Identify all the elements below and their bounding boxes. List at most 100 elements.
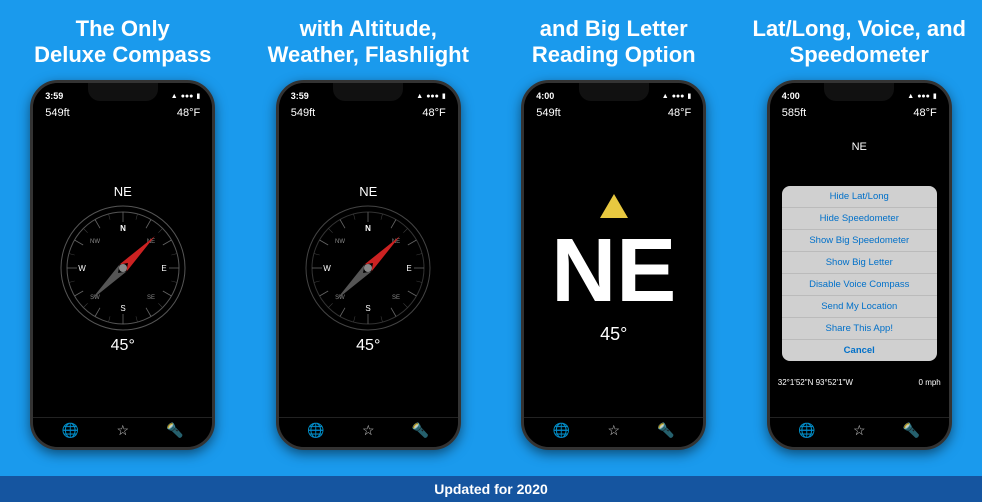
altitude-bar-4: 585ft 48°F — [770, 105, 949, 121]
menu-item-show-big-letter[interactable]: Show Big Letter — [782, 252, 937, 274]
panel-4-title: Lat/Long, Voice, andSpeedometer — [743, 0, 977, 80]
degrees-2: 45° — [356, 337, 380, 355]
svg-text:NW: NW — [335, 239, 345, 245]
phone-1: 3:59 ▲ ●●● ▮ 549ft 48°F NE — [30, 80, 215, 450]
globe-icon-4: 🌐 — [798, 422, 815, 439]
time-2: 3:59 — [291, 91, 309, 101]
speed: 0 mph — [919, 378, 941, 387]
menu-area: NE Hide Lat/Long Hide Speedometer Show B… — [770, 121, 949, 417]
phone-screen-3: 4:00 ▲ ●●● ▮ 549ft 48°F NE 45° — [524, 83, 703, 447]
compass-direction-2: NE — [359, 184, 377, 199]
altitude-bar-3: 549ft 48°F — [524, 105, 703, 121]
bottom-bar-2: 🌐 ☆ 🔦 — [279, 417, 458, 447]
globe-icon-3: 🌐 — [553, 422, 570, 439]
panel-1: The OnlyDeluxe Compass 3:59 ▲ ●●● ▮ 549f… — [0, 0, 246, 476]
wifi-icon-4: ▲ — [907, 93, 914, 100]
altitude-2: 549ft — [291, 107, 315, 119]
panel-2-title: with Altitude,Weather, Flashlight — [258, 0, 479, 80]
signal-icon-3: ●●● — [672, 93, 685, 100]
battery-icon-2: ▮ — [442, 92, 446, 100]
altitude-4: 585ft — [782, 107, 806, 119]
footer-text: Updated for 2020 — [434, 481, 548, 497]
star-icon-1: ☆ — [116, 422, 129, 439]
svg-text:E: E — [407, 264, 412, 273]
panel-3: and Big LetterReading Option 4:00 ▲ ●●● … — [491, 0, 737, 476]
menu-item-show-big-speed[interactable]: Show Big Speedometer — [782, 230, 937, 252]
compass-svg-1: N S E W NE NW SE SW — [58, 203, 188, 333]
big-letter-area: NE 45° — [524, 121, 703, 417]
signal-icon-4: ●●● — [917, 93, 930, 100]
svg-text:N: N — [365, 224, 371, 233]
svg-text:N: N — [120, 224, 126, 233]
flash-icon-2: 🔦 — [412, 422, 429, 439]
svg-text:S: S — [120, 304, 125, 313]
main-content: The OnlyDeluxe Compass 3:59 ▲ ●●● ▮ 549f… — [0, 0, 982, 476]
phone-screen-4: 4:00 ▲ ●●● ▮ 585ft 48°F NE Hide Lat/Long — [770, 83, 949, 447]
compass-area-2: NE — [279, 121, 458, 417]
panel-3-title: and Big LetterReading Option — [522, 0, 706, 80]
phone-notch-3 — [579, 83, 649, 101]
menu-item-cancel[interactable]: Cancel — [782, 340, 937, 361]
wifi-icon-1: ▲ — [171, 93, 178, 100]
temp-4: 48°F — [913, 107, 936, 119]
bottom-bar-1: 🌐 ☆ 🔦 — [33, 417, 212, 447]
menu-item-hide-lat[interactable]: Hide Lat/Long — [782, 186, 937, 208]
phone-screen-1: 3:59 ▲ ●●● ▮ 549ft 48°F NE — [33, 83, 212, 447]
menu-item-share-app[interactable]: Share This App! — [782, 318, 937, 340]
flash-icon-3: 🔦 — [657, 422, 674, 439]
status-icons-2: ▲ ●●● ▮ — [416, 92, 445, 100]
menu-compass-direction: NE — [852, 141, 867, 153]
status-icons-4: ▲ ●●● ▮ — [907, 92, 936, 100]
compass-svg-2: N S E W NE NW SE SW — [303, 203, 433, 333]
time-4: 4:00 — [782, 91, 800, 101]
degrees-1: 45° — [111, 337, 135, 355]
phone-notch-1 — [88, 83, 158, 101]
altitude-bar-2: 549ft 48°F — [279, 105, 458, 121]
bottom-bar-3: 🌐 ☆ 🔦 — [524, 417, 703, 447]
coordinates: 32°1'52"N 93°52'1"W — [778, 378, 853, 387]
star-icon-3: ☆ — [607, 422, 620, 439]
wifi-icon-2: ▲ — [416, 93, 423, 100]
temp-1: 48°F — [177, 107, 200, 119]
dropdown-menu: Hide Lat/Long Hide Speedometer Show Big … — [782, 186, 937, 361]
flash-icon-1: 🔦 — [166, 422, 183, 439]
phone-notch-4 — [824, 83, 894, 101]
svg-text:NW: NW — [90, 239, 100, 245]
globe-icon-1: 🌐 — [62, 422, 79, 439]
bottom-bar-4: 🌐 ☆ 🔦 — [770, 417, 949, 447]
battery-icon-4: ▮ — [933, 92, 937, 100]
star-icon-4: ☆ — [853, 422, 866, 439]
phone-4: 4:00 ▲ ●●● ▮ 585ft 48°F NE Hide Lat/Long — [767, 80, 952, 450]
menu-item-disable-voice[interactable]: Disable Voice Compass — [782, 274, 937, 296]
panel-1-title: The OnlyDeluxe Compass — [24, 0, 221, 80]
signal-icon-2: ●●● — [426, 93, 439, 100]
svg-text:S: S — [366, 304, 371, 313]
star-icon-2: ☆ — [362, 422, 375, 439]
altitude-bar-1: 549ft 48°F — [33, 105, 212, 121]
wifi-icon-3: ▲ — [662, 93, 669, 100]
flash-icon-4: 🔦 — [903, 422, 920, 439]
svg-text:SE: SE — [147, 295, 155, 301]
globe-icon-2: 🌐 — [307, 422, 324, 439]
menu-item-send-location[interactable]: Send My Location — [782, 296, 937, 318]
big-degrees: 45° — [600, 324, 627, 345]
compass-area-1: NE — [33, 121, 212, 417]
time-3: 4:00 — [536, 91, 554, 101]
phone-notch-2 — [333, 83, 403, 101]
altitude-3: 549ft — [536, 107, 560, 119]
arrow-up-icon — [600, 194, 628, 218]
svg-text:E: E — [161, 264, 166, 273]
signal-icon-1: ●●● — [181, 93, 194, 100]
temp-2: 48°F — [422, 107, 445, 119]
phone-screen-2: 3:59 ▲ ●●● ▮ 549ft 48°F NE — [279, 83, 458, 447]
footer-banner: Updated for 2020 — [0, 476, 982, 502]
phone-3: 4:00 ▲ ●●● ▮ 549ft 48°F NE 45° — [521, 80, 706, 450]
svg-text:W: W — [78, 264, 86, 273]
menu-item-hide-speed[interactable]: Hide Speedometer — [782, 208, 937, 230]
battery-icon-3: ▮ — [687, 92, 691, 100]
time-1: 3:59 — [45, 91, 63, 101]
status-icons-3: ▲ ●●● ▮ — [662, 92, 691, 100]
status-icons-1: ▲ ●●● ▮ — [171, 92, 200, 100]
compass-direction-1: NE — [114, 184, 132, 199]
phone-2: 3:59 ▲ ●●● ▮ 549ft 48°F NE — [276, 80, 461, 450]
